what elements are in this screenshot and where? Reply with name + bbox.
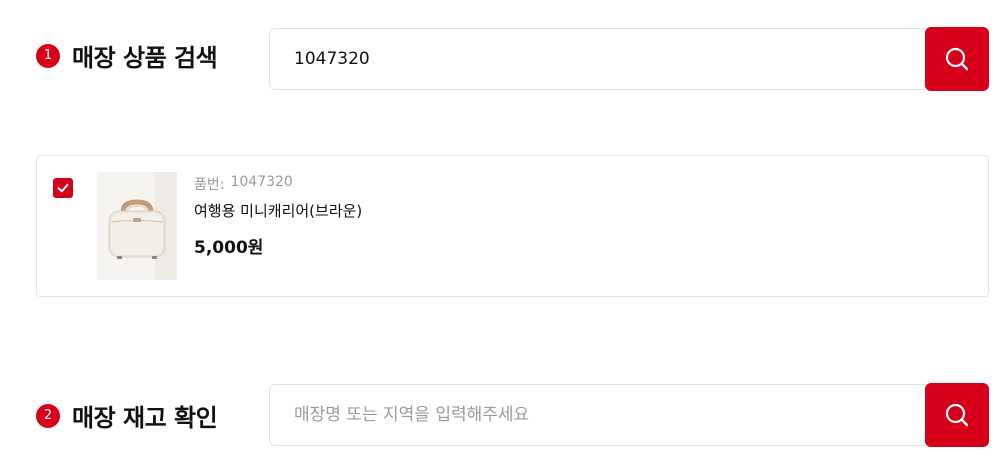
- product-name: 여행용 미니캐리어(브라운): [194, 202, 363, 220]
- step-badge-2: 2: [36, 403, 60, 428]
- product-sku-value: 1047320: [230, 174, 293, 190]
- product-search-button[interactable]: [925, 27, 989, 91]
- store-search-field[interactable]: [269, 384, 925, 446]
- store-search-bar: [269, 383, 989, 448]
- product-search-field[interactable]: [269, 28, 925, 90]
- section-product-search-header: 1 매장 상품 검색: [36, 38, 218, 73]
- check-icon: [57, 183, 69, 193]
- store-search-input[interactable]: [294, 405, 925, 425]
- section-title-stock-check: 매장 재고 확인: [72, 404, 218, 432]
- mini-carrier-suitcase-image: [97, 172, 177, 280]
- product-info: 품번: 1047320 여행용 미니캐리어(브라운) 5,000원: [194, 174, 362, 258]
- product-price: 5,000원: [194, 238, 264, 258]
- product-result-card: 품번: 1047320 여행용 미니캐리어(브라운) 5,000원: [36, 155, 989, 297]
- store-search-button[interactable]: [925, 383, 989, 447]
- product-sku: 품번: 1047320: [194, 174, 362, 194]
- product-search-bar: [269, 27, 989, 92]
- product-select-checkbox[interactable]: [53, 178, 73, 198]
- store-stock-page: 1 매장 상품 검색 1047320 품번: 1047320 여행용 미니캐리어…: [0, 0, 1003, 466]
- search-icon: [945, 403, 969, 427]
- step-badge-1: 1: [36, 43, 60, 68]
- section-stock-check-header: 2 매장 재고 확인: [36, 398, 218, 433]
- product-search-input[interactable]: [294, 49, 925, 69]
- section-title-product-search: 매장 상품 검색: [72, 44, 218, 72]
- search-icon: [945, 47, 969, 71]
- product-image: [97, 172, 177, 280]
- product-sku-label: 품번:: [194, 177, 225, 193]
